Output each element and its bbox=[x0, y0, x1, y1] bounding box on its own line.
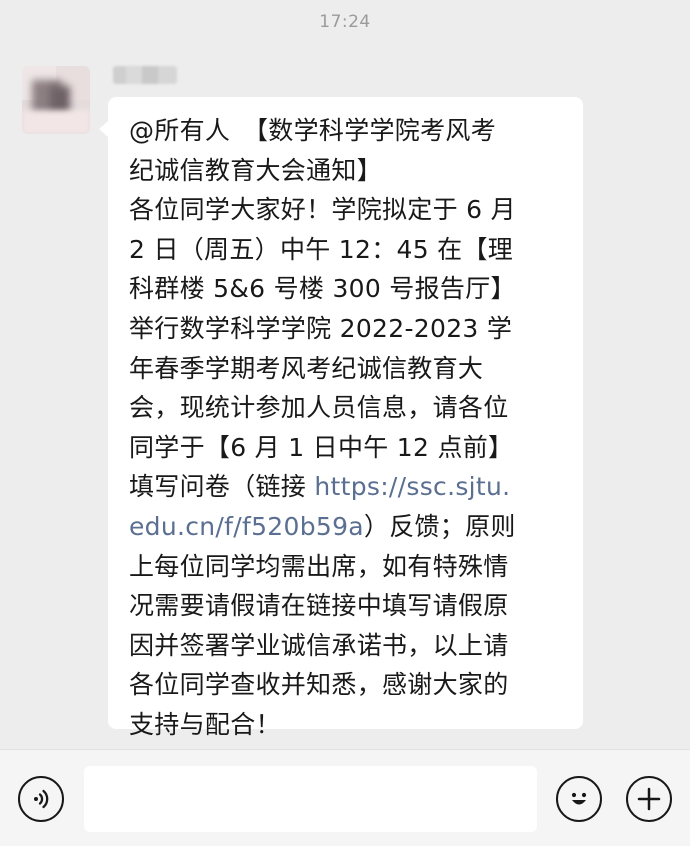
voice-button[interactable] bbox=[18, 776, 64, 822]
message-line: 各位同学大家好！学院拟定于 6 月 bbox=[129, 195, 516, 225]
input-bar bbox=[0, 749, 690, 846]
message-line: 同学于【6 月 1 日中午 12 点前】 bbox=[129, 432, 514, 462]
message-link[interactable]: edu.cn/f/f520b59a bbox=[129, 512, 364, 541]
message-line: 年春季学期考风考纪诚信教育大 bbox=[129, 353, 484, 383]
message-line: 纪诚信教育大会通知】 bbox=[129, 155, 383, 185]
message-line: 上每位同学均需出席，如有特殊情 bbox=[129, 551, 509, 581]
message-line: 支持与配合！ bbox=[129, 709, 281, 739]
message-text: 填写问卷（链接 bbox=[129, 472, 315, 502]
timestamp: 17:24 bbox=[319, 12, 371, 32]
message-input[interactable] bbox=[84, 766, 537, 832]
sender-avatar[interactable] bbox=[22, 66, 90, 134]
message-line: 举行数学科学学院 2022-2023 学 bbox=[129, 313, 513, 343]
message-line: edu.cn/f/f520b59a）反馈；原则 bbox=[129, 507, 563, 547]
message-line: @所有人 【数学科学学院考风考 bbox=[129, 116, 497, 145]
message-line: 2 日（周五）中午 12：45 在【理 bbox=[129, 234, 514, 264]
message-line: 因并签署学业诚信承诺书，以上请 bbox=[129, 630, 509, 660]
voice-icon bbox=[34, 789, 49, 809]
emoji-icon bbox=[571, 792, 587, 805]
message-bubble[interactable]: @所有人 【数学科学学院考风考 纪诚信教育大会通知】 各位同学大家好！学院拟定于… bbox=[99, 97, 583, 739]
message-line: 科群楼 5&6 号楼 300 号报告厅】 bbox=[129, 274, 516, 304]
message-text: ）反馈；原则 bbox=[363, 511, 516, 541]
sender-name bbox=[113, 66, 177, 84]
emoji-button[interactable] bbox=[556, 776, 602, 822]
message-line: 填写问卷（链接 https://ssc.sjtu. bbox=[129, 467, 563, 507]
message-link[interactable]: https://ssc.sjtu. bbox=[314, 472, 510, 501]
message-line: 各位同学查收并知悉，感谢大家的 bbox=[129, 670, 509, 700]
plus-icon bbox=[637, 787, 661, 811]
more-button[interactable] bbox=[626, 776, 672, 822]
message-line: 况需要请假请在链接中填写请假原 bbox=[129, 591, 509, 621]
message-line: 会，现统计参加人员信息，请各位 bbox=[129, 393, 509, 423]
